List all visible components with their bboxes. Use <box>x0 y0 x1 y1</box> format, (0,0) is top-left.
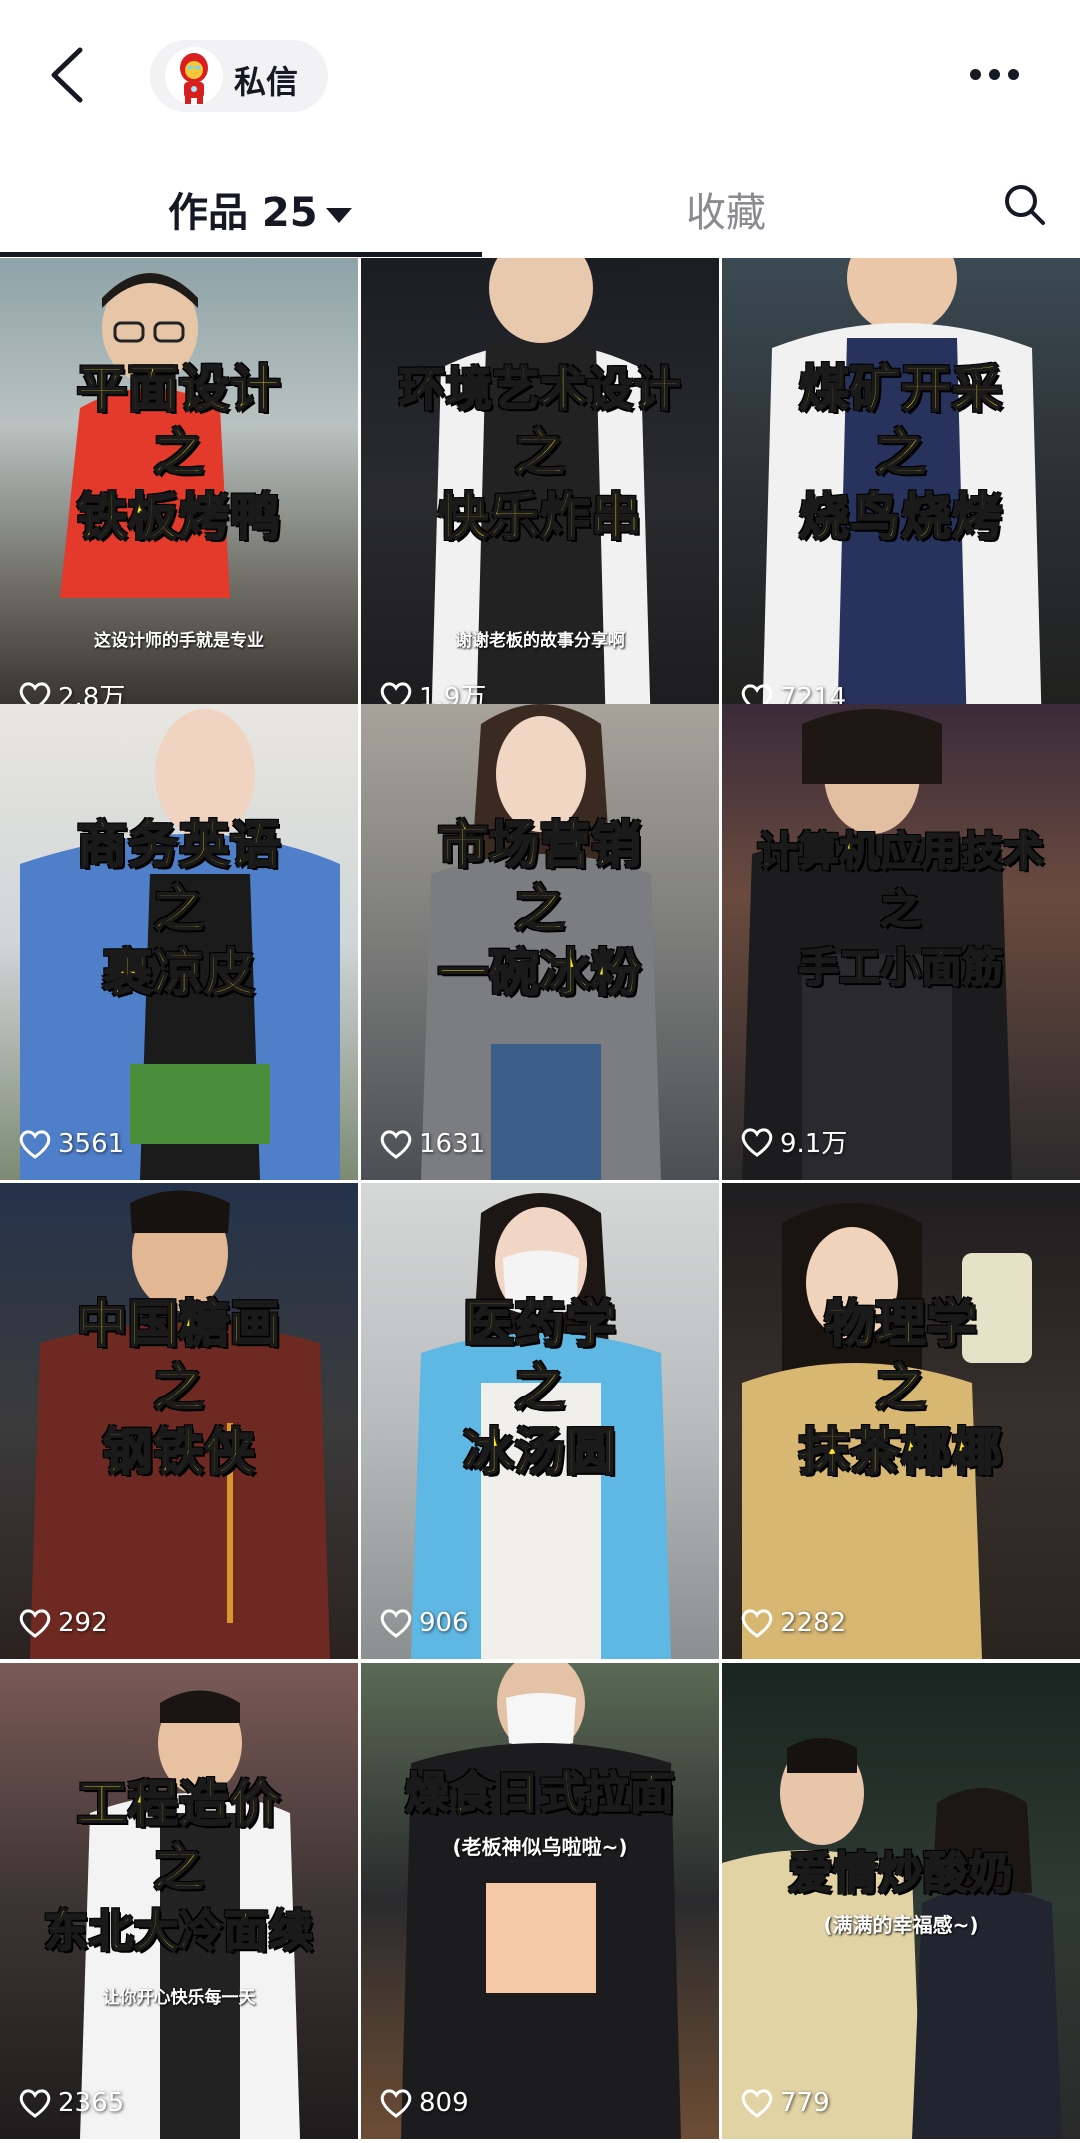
like-count: 292 <box>18 1607 108 1639</box>
video-title-line: 市场营销 <box>437 815 642 875</box>
video-title-line: 裹凉皮 <box>102 943 256 1003</box>
video-title-line: 抹茶椰椰 <box>798 1422 1003 1482</box>
video-title-line: 之 <box>153 423 205 483</box>
avatar <box>164 46 224 106</box>
like-count-value: 292 <box>58 1608 108 1638</box>
video-title-line: 商务英语 <box>76 815 281 875</box>
like-count: 779 <box>740 2087 830 2119</box>
video-grid: 平面设计 之 铁板烤鸭 这设计师的手就是专业 2.8万 环境艺术设计 之 快乐炸… <box>0 258 1080 2143</box>
video-subtitle: 谢谢老板的故事分享啊 <box>455 631 625 651</box>
tab-collections[interactable]: 收藏 <box>686 180 766 238</box>
video-title-line: 之 <box>514 879 566 939</box>
video-tile[interactable]: 工程造价 之 东北大冷面续 让你开心快乐每一天 2365 <box>0 1663 358 2139</box>
video-title-line: 冰汤圆 <box>463 1422 617 1482</box>
video-title-line: 煤矿开采 <box>798 359 1003 419</box>
heart-icon <box>19 1609 51 1638</box>
video-subtitle: 让你开心快乐每一天 <box>102 1988 256 2008</box>
video-tile[interactable]: 医药学 之 冰汤圆 906 <box>361 1183 719 1659</box>
video-title-line: 之 <box>514 1358 566 1418</box>
video-tile[interactable]: 中国糖画 之 钢铁侠 292 <box>0 1183 358 1659</box>
like-count-value: 809 <box>419 2088 469 2118</box>
video-title-line: 中国糖画 <box>76 1294 281 1354</box>
direct-message-label: 私信 <box>234 63 299 101</box>
video-title-line: 之 <box>880 886 922 934</box>
video-title-line: 烧鸟烧烤 <box>798 487 1003 547</box>
video-title-line: 手工小面筋 <box>798 944 1004 992</box>
like-count-value: 1631 <box>419 1129 486 1159</box>
video-title-line: 一碗冰粉 <box>437 943 642 1003</box>
video-title-line: 医药学 <box>463 1294 617 1354</box>
video-tile[interactable]: 环境艺术设计 之 快乐炸串 谢谢老板的故事分享啊 1.9万 <box>361 258 719 734</box>
more-options-icon[interactable] <box>970 55 1040 95</box>
heart-icon <box>741 1127 773 1157</box>
video-tile[interactable]: 计算机应用技术 之 手工小面筋 9.1万 <box>722 704 1080 1180</box>
video-title-line: (老板神似乌啦啦~) <box>452 1835 628 1859</box>
heart-icon <box>380 1130 412 1159</box>
video-title-line: 之 <box>875 423 927 483</box>
heart-icon <box>380 2089 412 2118</box>
video-title-line: 之 <box>153 1358 205 1418</box>
video-title-line: 燥食日式拉面 <box>404 1767 675 1820</box>
profile-tabs: 作品 25 收藏 <box>0 150 1080 258</box>
like-count: 2365 <box>18 2087 124 2119</box>
video-tile[interactable]: 商务英语 之 裹凉皮 3561 <box>0 704 358 1180</box>
video-title-line: 计算机应用技术 <box>757 828 1045 876</box>
video-title-line: 环境艺术设计 <box>398 361 681 417</box>
video-title-line: 铁板烤鸭 <box>76 487 281 547</box>
video-title-line: 之 <box>153 1838 205 1898</box>
like-count-value: 2282 <box>780 1608 847 1638</box>
video-tile[interactable]: 煤矿开采 之 烧鸟烧烤 7214 <box>722 258 1080 734</box>
video-title-line: 工程造价 <box>76 1774 281 1834</box>
video-tile[interactable]: 市场营销 之 一碗冰粉 1631 <box>361 704 719 1180</box>
video-title-line: 之 <box>875 1358 927 1418</box>
like-count-value: 906 <box>419 1608 469 1638</box>
like-count: 906 <box>379 1607 469 1639</box>
search-icon[interactable] <box>1000 180 1050 230</box>
like-count: 3561 <box>18 1128 124 1160</box>
like-count: 2282 <box>740 1607 846 1639</box>
top-bar: 私信 <box>0 0 1080 150</box>
video-tile[interactable]: 爱情炒酸奶 (满满的幸福感~) 779 <box>722 1663 1080 2139</box>
like-count: 809 <box>379 2087 469 2119</box>
heart-icon <box>741 1609 773 1638</box>
heart-icon <box>19 1130 51 1159</box>
video-title-line: 东北大冷面续 <box>43 1905 314 1958</box>
video-title-line: (满满的幸福感~) <box>823 1913 979 1937</box>
like-count-value: 779 <box>780 2088 830 2118</box>
like-count-value: 9.1万 <box>780 1129 848 1159</box>
video-tile[interactable]: 平面设计 之 铁板烤鸭 这设计师的手就是专业 2.8万 <box>0 258 358 734</box>
video-subtitle: 这设计师的手就是专业 <box>94 631 264 651</box>
video-title-line: 快乐炸串 <box>437 487 642 547</box>
video-tile[interactable]: 燥食日式拉面 (老板神似乌啦啦~) 809 <box>361 1663 719 2139</box>
video-title-line: 之 <box>153 879 205 939</box>
heart-icon <box>380 1609 412 1638</box>
video-tile[interactable]: 物理学 之 抹茶椰椰 2282 <box>722 1183 1080 1659</box>
video-title-line: 钢铁侠 <box>102 1422 256 1482</box>
tab-works[interactable]: 作品 25 <box>168 180 352 238</box>
video-title-line: 平面设计 <box>76 359 281 419</box>
video-title-line: 爱情炒酸奶 <box>788 1847 1014 1900</box>
video-title-line: 之 <box>514 423 566 483</box>
video-title-line: 物理学 <box>824 1294 978 1354</box>
tab-works-label: 作品 25 <box>168 190 318 236</box>
like-count: 9.1万 <box>740 1123 847 1160</box>
caret-down-icon <box>325 207 352 223</box>
like-count: 1631 <box>379 1128 485 1160</box>
active-tab-indicator <box>0 252 482 257</box>
heart-icon <box>741 2089 773 2118</box>
direct-message-button[interactable]: 私信 <box>150 40 328 112</box>
back-icon[interactable] <box>40 40 100 110</box>
like-count-value: 2365 <box>58 2088 125 2118</box>
heart-icon <box>19 2089 51 2118</box>
like-count-value: 3561 <box>58 1129 125 1159</box>
